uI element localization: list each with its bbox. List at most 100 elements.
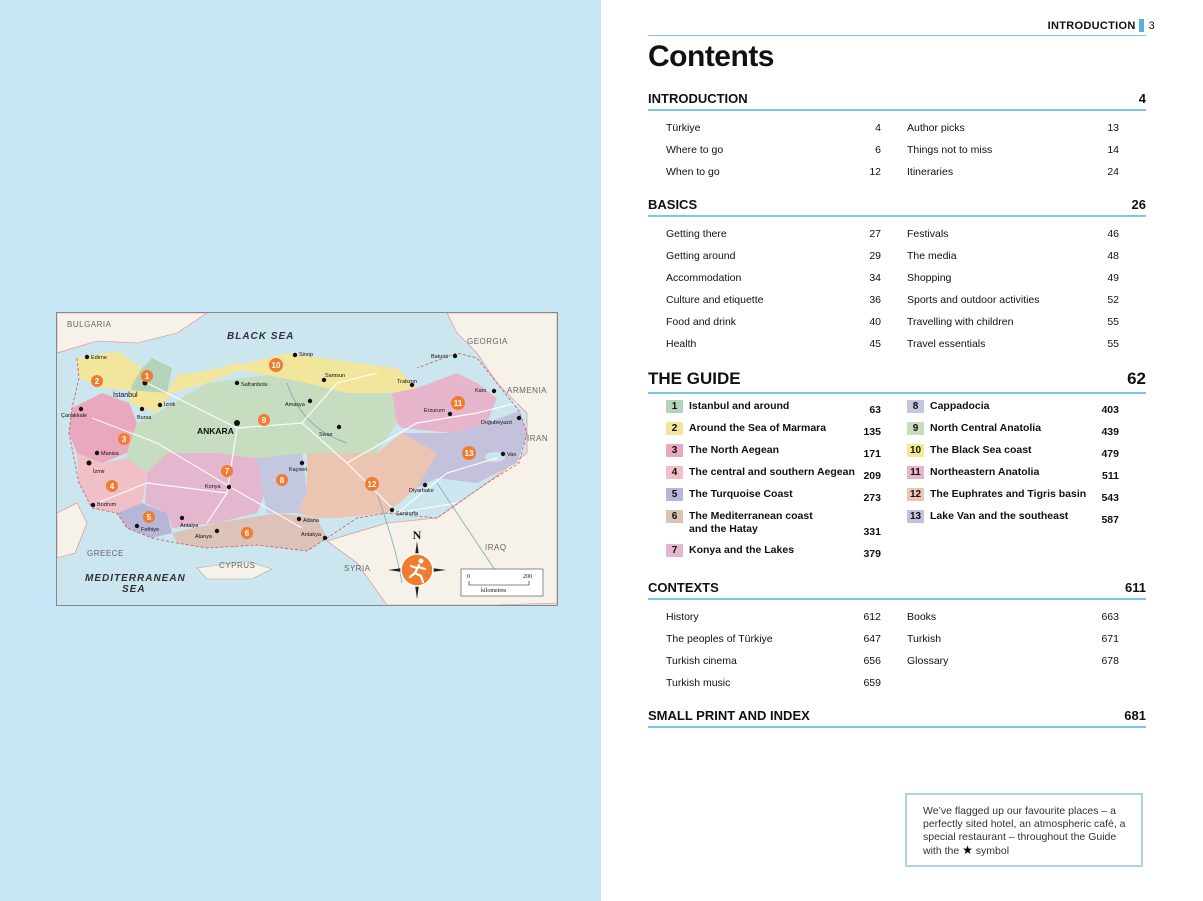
toc-entry[interactable]: Sports and outdoor activities 52	[907, 289, 1119, 311]
toc-entry[interactable]: Shopping 49	[907, 267, 1119, 289]
note-text-end: symbol	[975, 845, 1010, 857]
chapter-number-badge: 12	[907, 488, 924, 501]
toc-entry[interactable]: Turkish 671	[907, 628, 1119, 650]
toc-entry[interactable]: Getting there 27	[666, 223, 881, 245]
chapter-number-badge: 13	[907, 510, 924, 523]
chapter-title: Istanbul and around	[689, 400, 790, 412]
section-introduction: INTRODUCTION 4 Türkiye 4 Where to go 6 Whe…	[648, 91, 1146, 183]
note-text: We’ve flagged up our favourite places – …	[923, 805, 1126, 857]
toc-column-left: Getting there 27 Getting around 29 Accommo…	[648, 223, 897, 355]
toc-entry[interactable]: The media 48	[907, 245, 1119, 267]
guide-chapter-entry[interactable]: 4 The central and southern Aegean 209	[666, 463, 881, 485]
chapter-number-badge: 5	[666, 488, 683, 501]
toc-entry[interactable]: Travelling with children 55	[907, 311, 1119, 333]
guide-chapter-entry[interactable]: 9 North Central Anatolia 439	[907, 419, 1119, 441]
city-istanbul: İstanbul	[113, 390, 138, 399]
toc-entry[interactable]: Festivals 46	[907, 223, 1119, 245]
guide-chapter-entry[interactable]: 1 Istanbul and around 63	[666, 397, 881, 419]
toc-entry[interactable]: Türkiye 4	[666, 117, 881, 139]
city-izmir: İzmir	[93, 468, 105, 475]
toc-entry[interactable]: The peoples of Türkiye 647	[666, 628, 881, 650]
toc-column-right: Books 663 Turkish 671 Glossary 678	[897, 606, 1127, 694]
section-heading[interactable]: INTRODUCTION 4	[648, 91, 1146, 111]
guide-chapter-entry[interactable]: 13 Lake Van and the southeast 587	[907, 507, 1119, 529]
section-contexts: CONTEXTS 611 History 612 The peoples of T…	[648, 580, 1146, 694]
toc-entry[interactable]: Getting around 29	[666, 245, 881, 267]
chapter-title: The Black Sea coast	[930, 444, 1032, 456]
guide-chapter-entry[interactable]: 12 The Euphrates and Tigris basin 543	[907, 485, 1119, 507]
toc-entry[interactable]: Travel essentials 55	[907, 333, 1119, 355]
section-basics: BASICS 26 Getting there 27 Getting around…	[648, 197, 1146, 355]
toc-entry[interactable]: Turkish cinema 656	[666, 650, 881, 672]
chapter-title: The Turquoise Coast	[689, 488, 793, 500]
map-label-greece: GREECE	[87, 549, 124, 558]
section-heading[interactable]: CONTEXTS 611	[648, 580, 1146, 600]
chapter-page: 63	[869, 404, 881, 416]
city-amasya: Amasya	[285, 402, 306, 408]
city-van: Van	[507, 452, 516, 458]
chapter-number-badge: 6	[666, 510, 683, 523]
chapter-number-badge: 2	[666, 422, 683, 435]
toc-entry[interactable]: Author picks 13	[907, 117, 1119, 139]
chapter-number-badge: 11	[907, 466, 924, 479]
head-rule	[648, 35, 1146, 36]
city-erzurum: Erzurum	[424, 408, 445, 414]
toc-entry[interactable]: Things not to miss 14	[907, 139, 1119, 161]
city-safranbolu: Safranbolu	[241, 382, 268, 388]
toc-entry[interactable]: History 612	[666, 606, 881, 628]
svg-text:2: 2	[95, 377, 100, 386]
svg-text:11: 11	[454, 399, 463, 408]
toc-entry[interactable]: Turkish music 659	[666, 672, 881, 694]
chapter-page: 479	[1101, 448, 1119, 460]
toc-column-right: Author picks 13 Things not to miss 14 Itin…	[897, 117, 1127, 183]
city-trabzon: Trabzon	[397, 379, 417, 385]
chapter-number-badge: 4	[666, 466, 683, 479]
svg-text:13: 13	[465, 449, 474, 458]
guide-chapter-entry[interactable]: 10 The Black Sea coast 479	[907, 441, 1119, 463]
city-dogubeyazit: Doğubeyazıt	[481, 420, 512, 426]
svg-text:0: 0	[467, 574, 470, 580]
section-small-print: SMALL PRINT AND INDEX 681	[648, 708, 1146, 728]
city-batumi: Batumi	[431, 354, 448, 360]
chapter-number-badge: 7	[666, 544, 683, 557]
svg-text:200: 200	[523, 574, 532, 580]
toc-entry[interactable]: When to go 12	[666, 161, 881, 183]
guide-chapter-entry[interactable]: 6 The Mediterranean coast and the Hatay 33…	[666, 507, 881, 541]
section-heading[interactable]: BASICS 26	[648, 197, 1146, 217]
svg-text:12: 12	[368, 480, 377, 489]
running-head-page-number: 3	[1148, 19, 1155, 32]
chapter-page: 543	[1101, 492, 1119, 504]
running-head: INTRODUCTION 3	[1048, 19, 1155, 32]
toc-entry[interactable]: Health 45	[666, 333, 881, 355]
toc-entry[interactable]: Glossary 678	[907, 650, 1119, 672]
city-fethiye: Fethiye	[141, 527, 159, 533]
guide-chapter-entry[interactable]: 2 Around the Sea of Marmara 135	[666, 419, 881, 441]
guide-chapter-entry[interactable]: 7 Konya and the Lakes 379	[666, 541, 881, 563]
svg-text:3: 3	[122, 435, 127, 444]
guide-chapter-entry[interactable]: 3 The North Aegean 171	[666, 441, 881, 463]
toc-entry[interactable]: Food and drink 40	[666, 311, 881, 333]
toc-column-left: 1 Istanbul and around 63 2 Around the Sea of…	[648, 397, 897, 563]
toc-entry[interactable]: Where to go 6	[666, 139, 881, 161]
toc-entry[interactable]: Books 663	[907, 606, 1119, 628]
toc-column-left: History 612 The peoples of Türkiye 647 Tur…	[648, 606, 897, 694]
page-title: Contents	[648, 40, 775, 73]
guide-chapter-entry[interactable]: 5 The Turquoise Coast 273	[666, 485, 881, 507]
map-label-iran: IRAN	[527, 434, 548, 443]
toc-entry[interactable]: Accommodation 34	[666, 267, 881, 289]
guide-chapter-entry[interactable]: 11 Northeastern Anatolia 511	[907, 463, 1119, 485]
section-heading[interactable]: THE GUIDE 62	[648, 369, 1146, 394]
toc-entry[interactable]: Culture and etiquette 36	[666, 289, 881, 311]
chapter-title: The Mediterranean coast and the Hatay	[689, 510, 813, 535]
guide-chapter-entry[interactable]: 8 Cappadocia 403	[907, 397, 1119, 419]
city-ankara: ANKARA	[197, 426, 234, 436]
map-svg: BULGARIA GEORGIA ARMENIA IRAN IRAQ SYRIA…	[57, 313, 557, 605]
chapter-page: 587	[1101, 514, 1119, 526]
section-heading[interactable]: SMALL PRINT AND INDEX 681	[648, 708, 1146, 728]
toc-column-right: Festivals 46 The media 48 Shopping 49 Sport…	[897, 223, 1127, 355]
svg-text:4: 4	[110, 482, 115, 491]
toc-entry[interactable]: Itineraries 24	[907, 161, 1119, 183]
chapter-page: 273	[863, 492, 881, 504]
turkey-region-map: BULGARIA GEORGIA ARMENIA IRAN IRAQ SYRIA…	[56, 312, 558, 606]
city-iznik: İznik	[164, 401, 176, 408]
